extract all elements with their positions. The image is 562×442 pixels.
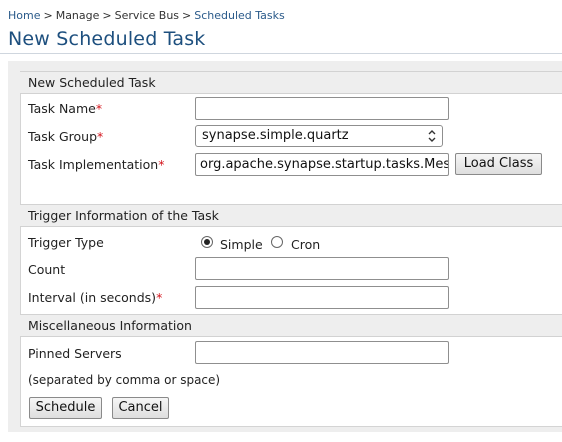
breadcrumb-service-bus: Service Bus bbox=[114, 9, 180, 22]
breadcrumb-scheduled-tasks-link[interactable]: Scheduled Tasks bbox=[194, 9, 285, 22]
task-name-label: Task Name* bbox=[28, 101, 102, 116]
breadcrumb-separator: > bbox=[102, 9, 112, 22]
task-implementation-label-text: Task Implementation bbox=[28, 157, 159, 172]
cancel-button[interactable]: Cancel bbox=[112, 397, 169, 419]
pinned-servers-hint: (separated by comma or space) bbox=[28, 373, 221, 387]
select-arrows-icon bbox=[428, 130, 436, 142]
task-group-select[interactable]: synapse.simple.quartz bbox=[195, 125, 443, 147]
task-group-selected-value: synapse.simple.quartz bbox=[202, 128, 349, 143]
section-header-misc: Miscellaneous Information bbox=[20, 314, 562, 337]
task-name-input[interactable] bbox=[195, 97, 449, 120]
interval-label-text: Interval (in seconds) bbox=[28, 290, 157, 305]
trigger-cron-radio[interactable] bbox=[271, 236, 283, 248]
breadcrumb-separator: > bbox=[182, 9, 192, 22]
task-group-label: Task Group* bbox=[28, 129, 103, 144]
required-marker: * bbox=[97, 129, 104, 144]
breadcrumb-home-link[interactable]: Home bbox=[8, 9, 40, 22]
radio-selected-dot bbox=[204, 239, 210, 245]
page-title: New Scheduled Task bbox=[8, 28, 206, 50]
breadcrumb: Home > Manage > Service Bus > Scheduled Tasks bbox=[8, 9, 285, 22]
pinned-servers-label: Pinned Servers bbox=[28, 346, 122, 361]
breadcrumb-manage: Manage bbox=[55, 9, 100, 22]
trigger-simple-label[interactable]: Simple bbox=[220, 237, 263, 252]
trigger-simple-radio[interactable] bbox=[201, 236, 213, 248]
count-label: Count bbox=[28, 262, 66, 277]
section-header-task: New Scheduled Task bbox=[20, 71, 562, 94]
task-group-label-text: Task Group bbox=[28, 129, 98, 144]
required-marker: * bbox=[156, 290, 163, 305]
section-header-trigger: Trigger Information of the Task bbox=[20, 204, 562, 227]
interval-label: Interval (in seconds)* bbox=[28, 290, 162, 305]
load-class-button[interactable]: Load Class bbox=[455, 153, 542, 175]
title-divider bbox=[0, 53, 562, 54]
trigger-cron-label[interactable]: Cron bbox=[291, 237, 320, 252]
count-input[interactable] bbox=[195, 257, 449, 280]
required-marker: * bbox=[158, 157, 165, 172]
interval-input[interactable] bbox=[195, 286, 449, 309]
breadcrumb-separator: > bbox=[43, 9, 53, 22]
required-marker: * bbox=[95, 101, 103, 116]
task-implementation-label: Task Implementation* bbox=[28, 157, 164, 172]
schedule-button[interactable]: Schedule bbox=[29, 397, 102, 419]
task-name-label-text: Task Name bbox=[28, 101, 96, 116]
trigger-type-label: Trigger Type bbox=[28, 235, 104, 250]
task-implementation-input[interactable]: org.apache.synapse.startup.tasks.Mes bbox=[195, 153, 449, 176]
pinned-servers-input[interactable] bbox=[195, 341, 449, 364]
